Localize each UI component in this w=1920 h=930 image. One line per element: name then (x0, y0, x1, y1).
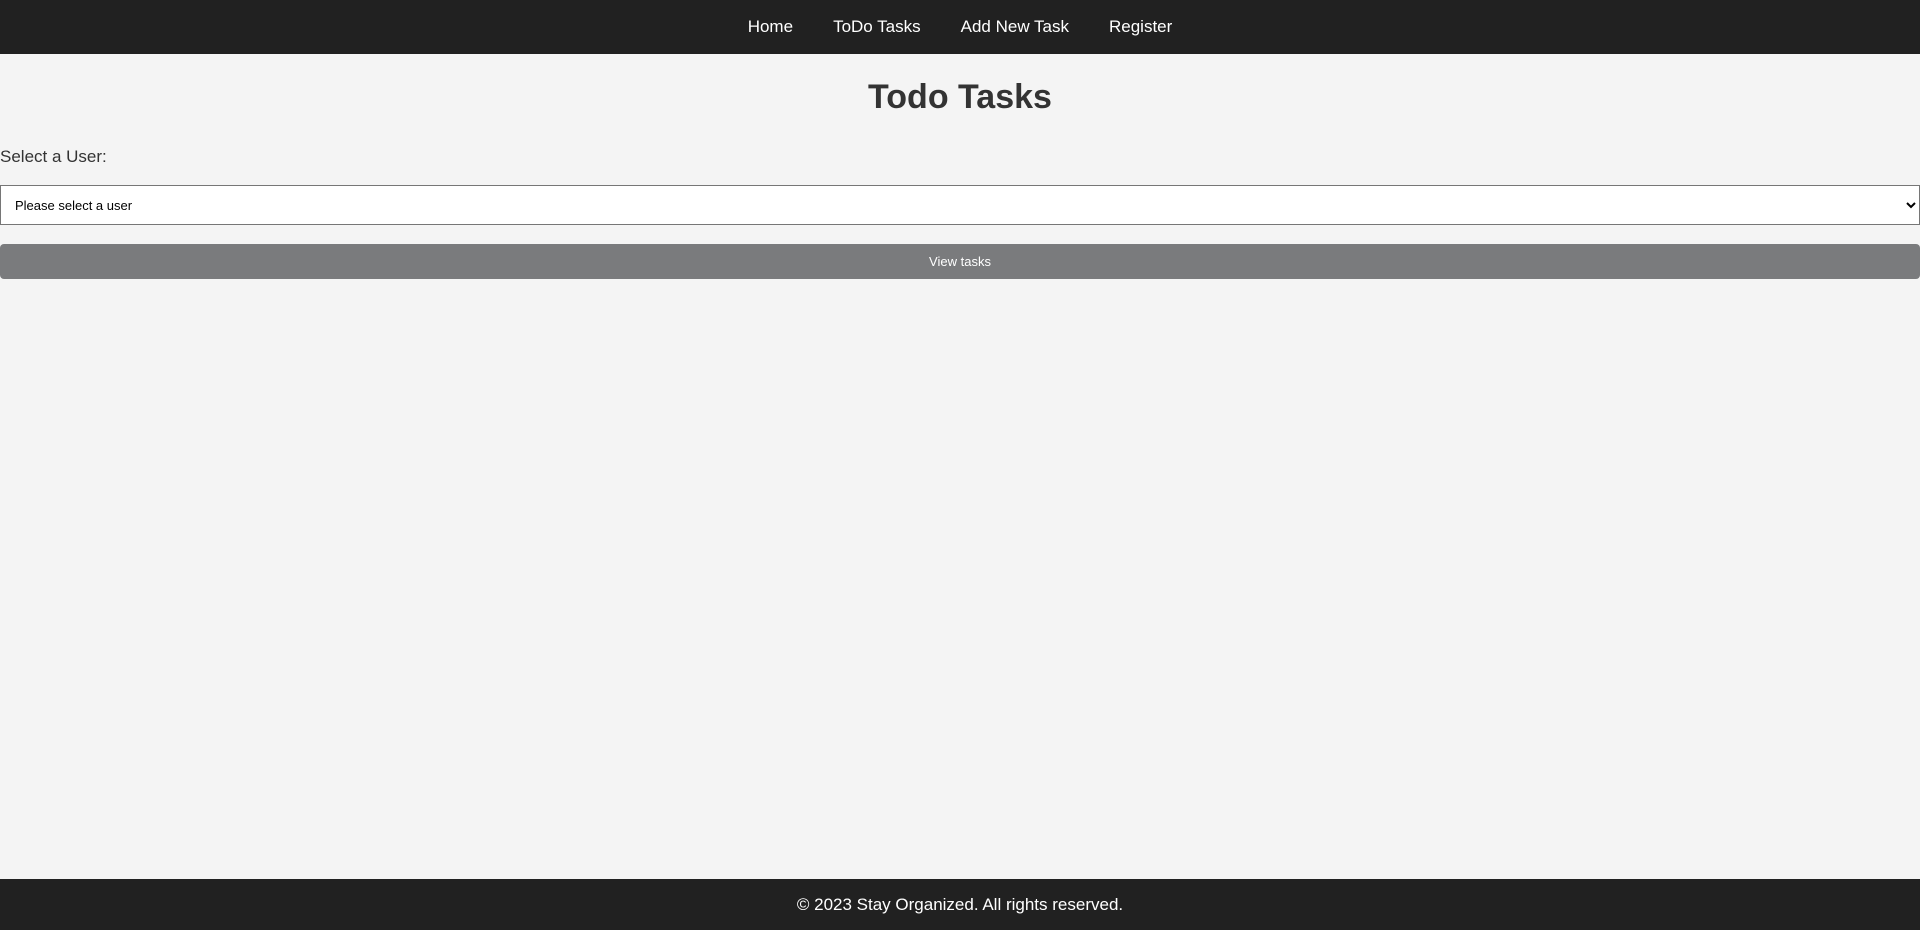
nav-link-todo-tasks[interactable]: ToDo Tasks (833, 17, 921, 37)
page-title: Todo Tasks (868, 78, 1052, 116)
nav-link-home[interactable]: Home (748, 17, 793, 37)
footer-copyright: © 2023 Stay Organized. All rights reserv… (796, 894, 1124, 914)
user-select[interactable]: Please select a user (0, 185, 1920, 225)
select-user-label: Select a User: (0, 147, 107, 166)
nav-link-register[interactable]: Register (1109, 17, 1172, 37)
view-tasks-button[interactable]: View tasks (0, 244, 1920, 279)
top-navbar: Home ToDo Tasks Add New Task Register (0, 0, 1920, 54)
footer: © 2023 Stay Organized. All rights reserv… (0, 879, 1920, 930)
nav-link-add-new-task[interactable]: Add New Task (961, 17, 1069, 37)
